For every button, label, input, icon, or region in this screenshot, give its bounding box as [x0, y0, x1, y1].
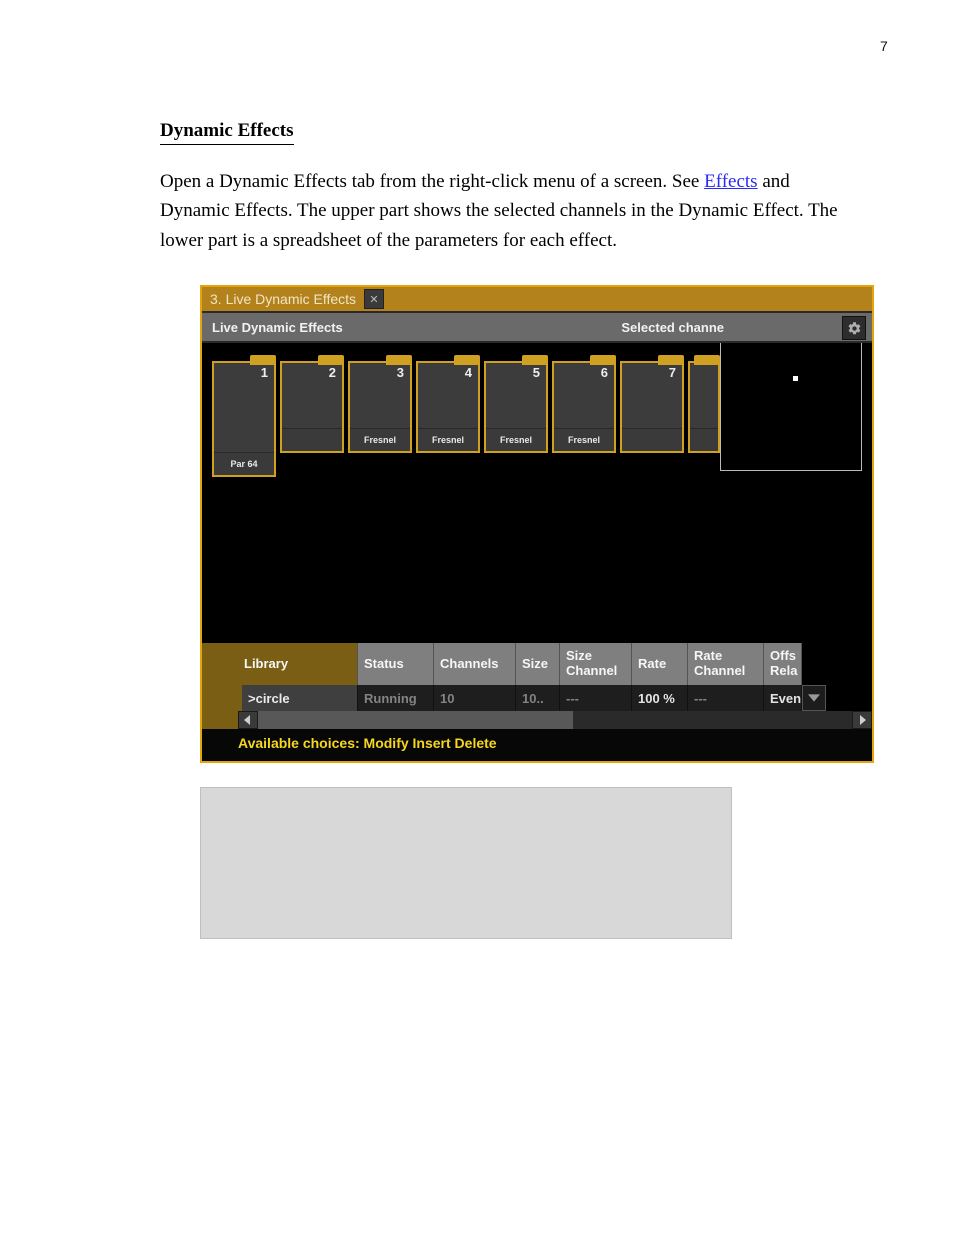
tile-label: Fresnel: [350, 428, 410, 451]
tile-tab-icon: [454, 355, 480, 365]
scroll-left-icon[interactable]: [238, 711, 258, 729]
column-header-rate-channel[interactable]: Rate Channel: [688, 643, 764, 685]
row-handle: [202, 643, 238, 685]
tile-label: Fresnel: [418, 428, 478, 451]
tile-number: 6: [601, 365, 608, 380]
cell-status: Running: [358, 685, 434, 711]
tile-number: 2: [329, 365, 336, 380]
channel-tile[interactable]: 5 Fresnel: [484, 361, 548, 453]
channels-area: 1 Par 64 2 3 Fresnel 4 Fresnel: [202, 343, 872, 643]
status-bar: Available choices: Modify Insert Delete: [202, 729, 872, 761]
close-icon[interactable]: ✕: [364, 289, 384, 309]
cell-channels: 10: [434, 685, 516, 711]
tile-tab-icon: [522, 355, 548, 365]
row-handle[interactable]: [202, 685, 238, 711]
header-line: Channel: [566, 664, 617, 679]
tile-number: 7: [669, 365, 676, 380]
page-number: 7: [880, 38, 888, 54]
channel-tile[interactable]: 2: [280, 361, 344, 453]
effects-link[interactable]: Effects: [704, 171, 757, 192]
channel-tile[interactable]: 6 Fresnel: [552, 361, 616, 453]
tile-tab-icon: [590, 355, 616, 365]
scrollbar-track[interactable]: [258, 711, 852, 729]
tile-label: [282, 428, 342, 451]
channel-tile[interactable]: 1 Par 64: [212, 361, 276, 477]
scrollbar-margin: [202, 711, 238, 729]
tile-tab-icon: [694, 355, 720, 365]
column-header-offset[interactable]: Offs Rela: [764, 643, 802, 685]
tile-tab-icon: [250, 355, 276, 365]
header-line: Offs: [770, 649, 796, 664]
screenshot-panel: 3. Live Dynamic Effects ✕ Live Dynamic E…: [200, 285, 874, 763]
horizontal-scrollbar[interactable]: [202, 711, 872, 729]
table-header-row: Library Status Channels Size Size Channe…: [202, 643, 872, 685]
panel-title: Live Dynamic Effects: [212, 320, 343, 335]
tile-tab-icon: [318, 355, 344, 365]
tile-label: [690, 428, 718, 451]
cell-offset: Even: [764, 685, 802, 711]
column-header-channels[interactable]: Channels: [434, 643, 516, 685]
tile-tab-icon: [658, 355, 684, 365]
cell-size-channel: ---: [560, 685, 632, 711]
column-header-size-channel[interactable]: Size Channel: [560, 643, 632, 685]
channel-tile[interactable]: 3 Fresnel: [348, 361, 412, 453]
channel-tile[interactable]: [688, 361, 720, 453]
cell-rate: 100 %: [632, 685, 688, 711]
window-titlebar: 3. Live Dynamic Effects ✕: [202, 287, 872, 313]
tile-label: Fresnel: [554, 428, 614, 451]
header-line: Rela: [770, 664, 797, 679]
status-text: Available choices: Modify Insert Delete: [238, 735, 497, 751]
section-paragraph: Open a Dynamic Effects tab from the righ…: [160, 167, 840, 255]
preview-dot-icon: [793, 376, 798, 381]
column-header-rate[interactable]: Rate: [632, 643, 688, 685]
callout-box: [200, 787, 732, 939]
tile-label: [622, 428, 682, 451]
scrollbar-thumb[interactable]: [258, 711, 573, 729]
effects-table: Library Status Channels Size Size Channe…: [202, 643, 872, 729]
cell-size: 10..: [516, 685, 560, 711]
tile-label: Par 64: [214, 452, 274, 475]
tile-tab-icon: [386, 355, 412, 365]
channel-tiles-row: 1 Par 64 2 3 Fresnel 4 Fresnel: [212, 361, 720, 477]
cell-library[interactable]: >circle: [238, 685, 358, 711]
para-part1: Open a Dynamic Effects tab from the righ…: [160, 171, 704, 192]
channel-tile[interactable]: 4 Fresnel: [416, 361, 480, 453]
header-line: Channel: [694, 664, 745, 679]
gear-icon[interactable]: [842, 316, 866, 340]
panel-subheader: Live Dynamic Effects Selected channe: [202, 313, 872, 343]
header-line: Size: [566, 649, 592, 664]
window-title: 3. Live Dynamic Effects: [210, 291, 356, 307]
scroll-right-icon[interactable]: [852, 711, 872, 729]
section-heading: Dynamic Effects: [160, 120, 294, 145]
column-header-size[interactable]: Size: [516, 643, 560, 685]
column-header-library[interactable]: Library: [238, 643, 358, 685]
cell-rate-channel: ---: [688, 685, 764, 711]
column-header-status[interactable]: Status: [358, 643, 434, 685]
tile-number: 4: [465, 365, 472, 380]
preview-box: [720, 343, 862, 471]
header-line: Rate: [694, 649, 722, 664]
tile-number: 5: [533, 365, 540, 380]
dropdown-icon[interactable]: [802, 685, 826, 711]
tile-number: 1: [261, 365, 268, 380]
selected-channel-label: Selected channe: [621, 320, 724, 335]
channel-tile[interactable]: 7: [620, 361, 684, 453]
table-row[interactable]: >circle Running 10 10.. --- 100 % --- Ev…: [202, 685, 872, 711]
tile-label: Fresnel: [486, 428, 546, 451]
tile-number: 3: [397, 365, 404, 380]
